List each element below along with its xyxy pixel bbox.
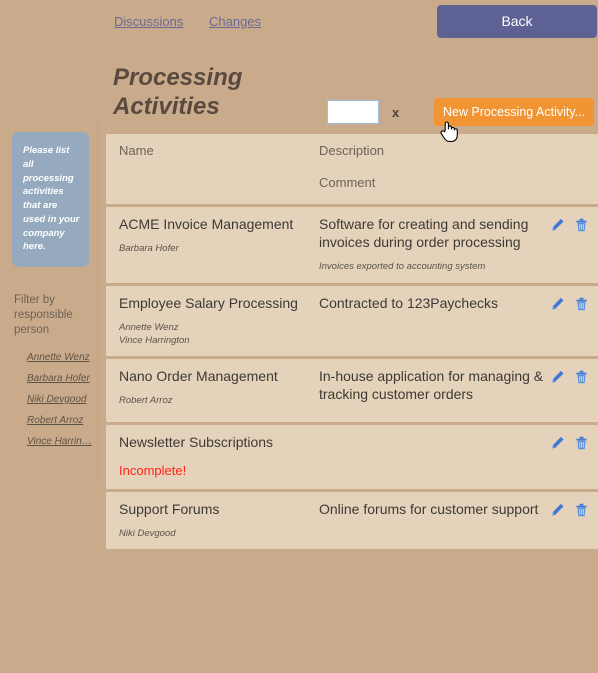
processing-activities-table: Name Description Comment ACME Invoice Ma… [106,134,598,552]
column-header-description: Description [319,143,385,158]
filter-person-list: Annette Wenz Barbara Hofer Niki Devgood … [0,352,97,447]
sidebar-hint-box: Please list all processing activities th… [12,132,89,268]
row-action-buttons [550,502,589,518]
row-action-buttons [550,435,589,451]
edit-pencil-icon[interactable] [550,217,565,233]
delete-trash-icon[interactable] [574,369,589,385]
activity-responsible: Niki Devgood [119,527,176,539]
page-title: Processing Activities [113,64,243,121]
filter-section-title: Filter by responsible person [14,294,73,337]
filter-person-item[interactable]: Barbara Hofer [0,373,97,384]
activity-name: Newsletter Subscriptions [119,434,274,451]
activity-name: Support Forums [119,500,220,517]
column-header-comment: Comment [319,174,376,190]
filter-person-item[interactable]: Annette Wenz [0,352,97,363]
delete-trash-icon[interactable] [574,296,589,312]
table-header-row: Name Description Comment [106,134,598,205]
edit-pencil-icon[interactable] [550,296,565,312]
filter-person-item[interactable]: Vince Harrin… [0,436,97,447]
activity-name: Employee Salary Processing [119,294,298,311]
activity-responsible: Annette Wenz Vince Harrington [119,321,190,346]
back-button[interactable]: Back [437,5,597,38]
nav-link-discussions[interactable]: Discussions [114,14,183,29]
row-action-buttons [550,296,589,312]
activity-description: Contracted to 123Paychecks [319,294,498,311]
table-row[interactable]: Newsletter Subscriptions Incomplete! [106,425,598,489]
activity-description: In-house application for managing & trac… [319,368,544,403]
delete-trash-icon[interactable] [574,435,589,451]
filter-person-item[interactable]: Niki Devgood [0,394,97,405]
table-row[interactable]: Support Forums Niki Devgood Online forum… [106,491,598,550]
delete-trash-icon[interactable] [574,217,589,233]
activity-comment: Invoices exported to accounting system [319,260,486,272]
edit-pencil-icon[interactable] [550,502,565,518]
sidebar: Please list all processing activities th… [0,120,98,477]
activity-description: Software for creating and sending invoic… [319,216,529,251]
activity-responsible: Barbara Hofer [119,243,179,255]
search-filter-row: x [327,100,399,124]
activity-name: ACME Invoice Management [119,216,294,233]
new-processing-activity-button[interactable]: New Processing Activity... [434,98,594,126]
edit-pencil-icon[interactable] [550,435,565,451]
column-header-name: Name [119,143,154,158]
row-action-buttons [550,217,589,233]
row-action-buttons [550,369,589,385]
table-row[interactable]: Nano Order Management Robert Arroz In-ho… [106,359,598,423]
search-input[interactable] [327,100,379,124]
table-row[interactable]: Employee Salary Processing Annette Wenz … [106,285,598,357]
table-row[interactable]: ACME Invoice Management Barbara Hofer So… [106,207,598,283]
delete-trash-icon[interactable] [574,502,589,518]
status-badge: Incomplete! [119,463,187,479]
search-clear-icon[interactable]: x [392,105,399,120]
filter-person-item[interactable]: Robert Arroz [0,415,97,426]
top-navigation-bar: Discussions Changes Back [0,0,598,42]
nav-link-changes[interactable]: Changes [209,14,261,29]
edit-pencil-icon[interactable] [550,369,565,385]
activity-responsible: Robert Arroz [119,395,173,407]
activity-description: Online forums for customer support [319,500,539,517]
activity-name: Nano Order Management [119,368,278,385]
